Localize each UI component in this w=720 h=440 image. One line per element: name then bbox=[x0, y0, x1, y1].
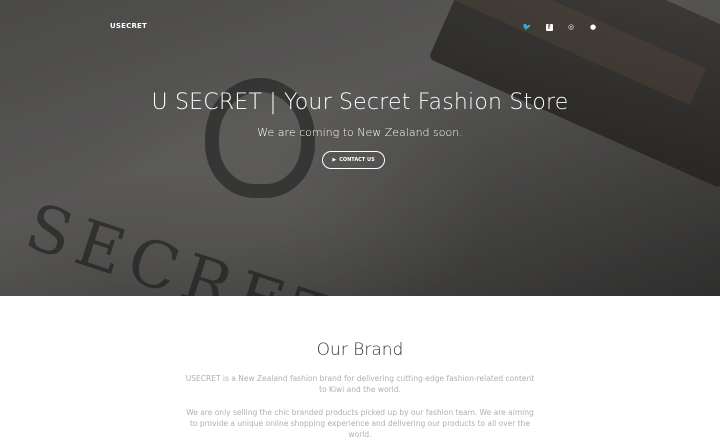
facebook-icon[interactable]: f bbox=[538, 20, 560, 34]
hero-subtitle: We are coming to New Zealand soon. bbox=[257, 126, 463, 139]
instagram-icon[interactable]: ◎ bbox=[560, 20, 582, 34]
hero-title: U SECRET | Your Secret Fashion Store bbox=[151, 90, 569, 115]
social-links: 🐦 f ◎ ● bbox=[516, 20, 604, 34]
hero-section: SECRET USECRET 🐦 f ◎ ● U SECRET | Your S… bbox=[0, 0, 720, 296]
hero-overlay bbox=[0, 0, 720, 296]
github-icon[interactable]: ● bbox=[582, 20, 604, 34]
play-icon: ▶ bbox=[332, 157, 337, 163]
twitter-icon[interactable]: 🐦 bbox=[516, 20, 538, 34]
brand-paragraph-1: USECRET is a New Zealand fashion brand f… bbox=[185, 374, 535, 394]
section-title: Our Brand bbox=[316, 340, 404, 360]
brand-paragraph-2: We are only selling the chic branded pro… bbox=[186, 408, 534, 439]
nav-brand[interactable]: USECRET bbox=[110, 22, 147, 30]
contact-us-button[interactable]: ▶ CONTACT US bbox=[322, 151, 385, 169]
contact-us-label: CONTACT US bbox=[339, 157, 375, 163]
